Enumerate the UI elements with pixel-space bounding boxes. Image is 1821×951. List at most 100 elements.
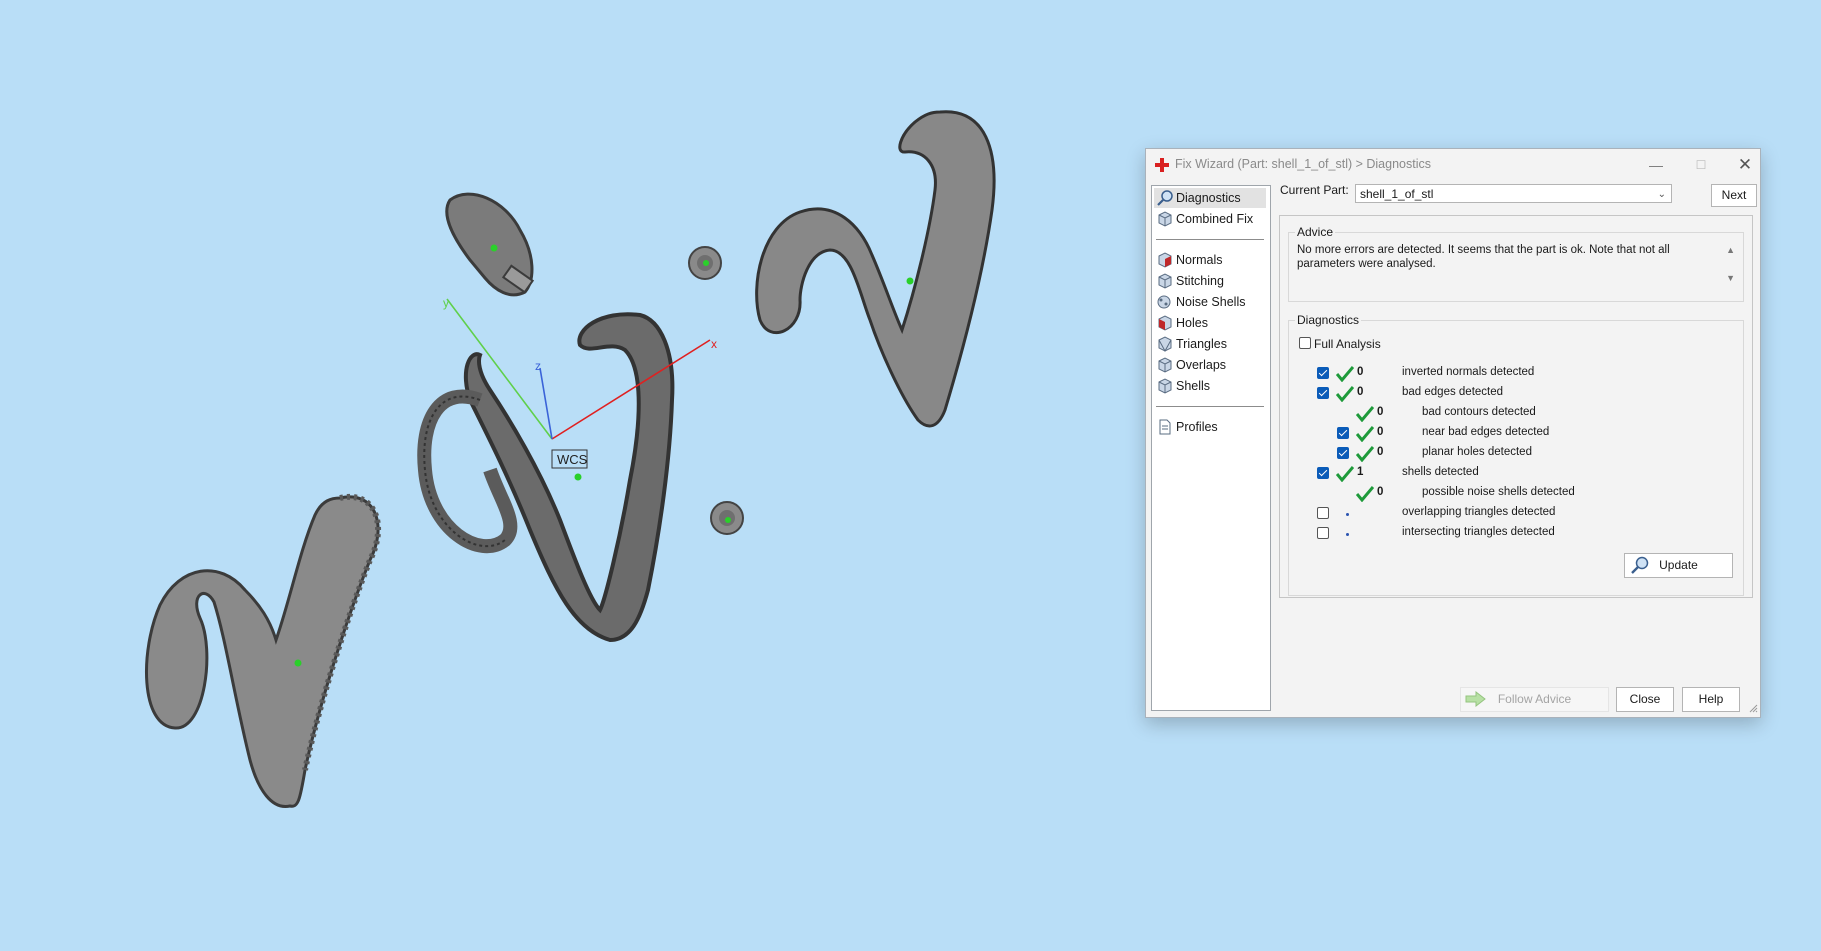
nav-separator: [1156, 239, 1264, 240]
nav-item-stitching[interactable]: Stitching: [1154, 271, 1266, 291]
not-analysed-dot-icon: [1346, 513, 1349, 516]
nav-item-overlaps[interactable]: Overlaps: [1154, 355, 1266, 375]
holes-cube-icon: [1158, 315, 1172, 331]
row-count: 0: [1377, 406, 1384, 418]
close-window-button[interactable]: ✕: [1731, 155, 1759, 175]
row-checkbox[interactable]: [1317, 527, 1329, 539]
nav-item-combined-fix[interactable]: Combined Fix: [1154, 209, 1266, 229]
advice-text: No more errors are detected. It seems th…: [1297, 244, 1670, 270]
noise-shells-icon: [1157, 295, 1171, 309]
triangles-cube-icon: [1158, 336, 1172, 352]
green-check-icon: [1336, 386, 1354, 402]
shells-cube-icon: [1158, 378, 1172, 394]
v-letter-left[interactable]: [145, 493, 381, 808]
nav-item-diagnostics[interactable]: Diagnostics: [1154, 188, 1266, 208]
row-checkbox[interactable]: [1337, 447, 1349, 459]
document-icon: [1159, 419, 1171, 435]
overlaps-cube-icon: [1158, 357, 1172, 373]
chevron-down-icon: ⌄: [1657, 189, 1666, 200]
next-button[interactable]: Next: [1711, 184, 1757, 207]
row-checkbox[interactable]: [1317, 387, 1329, 399]
arrow-right-icon: [1465, 691, 1486, 707]
current-part-select[interactable]: shell_1_of_stl ⌄: [1355, 184, 1672, 203]
update-button[interactable]: Update: [1624, 553, 1733, 578]
green-check-icon: [1336, 466, 1354, 482]
nav-item-holes[interactable]: Holes: [1154, 313, 1266, 333]
green-check-icon: [1356, 406, 1374, 422]
green-check-icon: [1356, 426, 1374, 442]
nav-item-profiles[interactable]: Profiles: [1154, 417, 1266, 437]
row-checkbox[interactable]: [1317, 467, 1329, 479]
nav-item-noise-shells[interactable]: Noise Shells: [1154, 292, 1266, 312]
pivot-marker: [294, 659, 302, 667]
wizard-nav-panel: Diagnostics Combined Fix Normals Stitchi…: [1151, 185, 1271, 711]
row-checkbox[interactable]: [1337, 427, 1349, 439]
dialog-title: Fix Wizard (Part: shell_1_of_stl) > Diag…: [1175, 157, 1431, 171]
noise-shell-gem-top[interactable]: [688, 246, 722, 280]
z-axis-line: [539, 367, 553, 440]
nav-label: Stitching: [1176, 274, 1224, 288]
not-analysed-dot-icon: [1346, 533, 1349, 536]
magnifier-icon: [1631, 556, 1649, 574]
cube-icon: [1158, 211, 1172, 227]
row-count: 0: [1377, 446, 1384, 458]
row-count: 1: [1357, 466, 1364, 478]
advice-group: Advice No more errors are detected. It s…: [1288, 225, 1744, 302]
nav-item-shells[interactable]: Shells: [1154, 376, 1266, 396]
stitching-cube-icon: [1158, 273, 1172, 289]
nav-item-triangles[interactable]: Triangles: [1154, 334, 1266, 354]
scroll-down-icon[interactable]: ▼: [1726, 273, 1735, 283]
minimize-button[interactable]: —: [1642, 155, 1670, 175]
row-label: bad contours detected: [1422, 406, 1536, 418]
nav-label: Profiles: [1176, 420, 1218, 434]
normals-cube-icon: [1158, 252, 1172, 268]
maximize-button[interactable]: ☐: [1687, 155, 1715, 175]
row-label: bad edges detected: [1402, 386, 1504, 398]
green-check-icon: [1336, 366, 1354, 382]
current-part-label: Current Part:: [1280, 183, 1349, 197]
diagnostics-title: Diagnostics: [1295, 313, 1362, 327]
nav-label: Normals: [1176, 253, 1223, 267]
magnifier-icon: [1157, 190, 1173, 206]
current-part-value: shell_1_of_stl: [1360, 187, 1434, 201]
row-label: overlapping triangles detected: [1402, 506, 1556, 518]
x-axis-label: x: [711, 337, 717, 351]
red-cross-app-icon: [1155, 158, 1169, 172]
pendant-bail-part[interactable]: [445, 192, 535, 297]
row-label: shells detected: [1402, 466, 1479, 478]
row-count: 0: [1377, 486, 1384, 498]
v-letter-right[interactable]: [755, 110, 996, 428]
full-analysis-checkbox[interactable]: [1299, 337, 1311, 349]
green-check-icon: [1356, 486, 1374, 502]
nav-label: Triangles: [1176, 337, 1227, 351]
row-count: 0: [1377, 426, 1384, 438]
row-checkbox[interactable]: [1317, 367, 1329, 379]
row-label: near bad edges detected: [1422, 426, 1550, 438]
nav-label: Overlaps: [1176, 358, 1227, 372]
advice-title: Advice: [1295, 225, 1336, 239]
green-check-icon: [1356, 446, 1374, 462]
nav-item-normals[interactable]: Normals: [1154, 250, 1266, 270]
full-analysis-label: Full Analysis: [1314, 337, 1381, 351]
row-count: 0: [1357, 366, 1364, 378]
row-label: inverted normals detected: [1402, 366, 1535, 378]
v-letter-middle-frame[interactable]: [417, 312, 675, 643]
row-label: possible noise shells detected: [1422, 486, 1575, 498]
row-checkbox[interactable]: [1317, 507, 1329, 519]
follow-advice-label: Follow Advice: [1497, 692, 1572, 706]
resize-grip-icon[interactable]: [1749, 704, 1758, 713]
nav-label: Diagnostics: [1176, 191, 1241, 205]
title-bar[interactable]: Fix Wizard (Part: shell_1_of_stl) > Diag…: [1146, 149, 1760, 181]
nav-label: Shells: [1176, 379, 1211, 393]
update-label: Update: [1659, 558, 1698, 572]
row-count: 0: [1357, 386, 1364, 398]
help-button[interactable]: Help: [1682, 687, 1740, 712]
nav-label: Combined Fix: [1176, 212, 1254, 226]
follow-advice-button[interactable]: Follow Advice: [1460, 687, 1609, 712]
scroll-up-icon[interactable]: ▲: [1726, 245, 1735, 255]
wcs-label: WCS: [557, 452, 588, 467]
noise-shell-gem-bottom[interactable]: [710, 501, 744, 535]
z-axis-label: z: [535, 359, 541, 373]
close-button[interactable]: Close: [1616, 687, 1674, 712]
nav-label: Holes: [1176, 316, 1208, 330]
